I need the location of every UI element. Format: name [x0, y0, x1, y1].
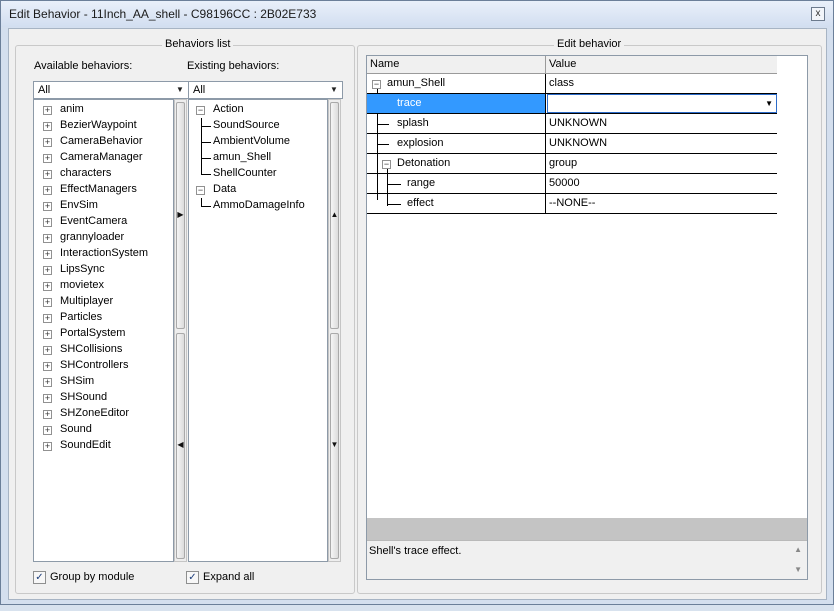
property-grid[interactable]: Name Value − amun_Shell class trace ▼ sp…: [366, 55, 808, 580]
expand-all-label: Expand all: [203, 571, 255, 583]
expand-icon[interactable]: +: [43, 234, 52, 243]
tree-connector: [201, 126, 211, 127]
expand-icon[interactable]: +: [43, 298, 52, 307]
expand-icon[interactable]: +: [43, 282, 52, 291]
chevron-down-icon[interactable]: ▼: [765, 99, 773, 108]
scroll-up-arrow-icon[interactable]: ▲: [794, 545, 802, 554]
expand-icon[interactable]: +: [43, 378, 52, 387]
expand-icon[interactable]: +: [43, 442, 52, 451]
name-column-header[interactable]: Name: [367, 56, 546, 73]
expand-icon[interactable]: +: [43, 410, 52, 419]
group-by-module-checkbox[interactable]: ✓: [33, 571, 46, 584]
taskbar-strip: [0, 605, 834, 611]
expand-icon[interactable]: +: [43, 266, 52, 275]
expand-icon[interactable]: +: [43, 170, 52, 179]
transfer-scrollbar[interactable]: ▶ ◀: [174, 99, 187, 562]
collapse-icon[interactable]: −: [196, 106, 205, 115]
property-grid-header: Name Value: [367, 56, 777, 74]
available-behaviors-label: Available behaviors:: [34, 60, 133, 72]
property-row[interactable]: explosion UNKNOWN: [367, 134, 777, 154]
available-behaviors-list[interactable]: + anim + BezierWaypoint + CameraBehavior + C…: [33, 99, 174, 562]
tree-connector: [201, 142, 211, 143]
edit-behavior-title: Edit behavior: [554, 38, 625, 50]
move-right-arrow-icon[interactable]: ▶: [175, 210, 186, 219]
collapse-icon[interactable]: −: [372, 80, 381, 89]
property-row[interactable]: effect --NONE--: [367, 194, 777, 214]
scroll-down-arrow-icon[interactable]: ▼: [329, 440, 340, 449]
expand-icon[interactable]: +: [43, 362, 52, 371]
expand-icon[interactable]: +: [43, 154, 52, 163]
available-filter-select[interactable]: All ▼: [33, 81, 189, 99]
existing-scrollbar[interactable]: ▲ ▼: [328, 99, 341, 562]
existing-filter-value: All: [193, 84, 206, 96]
expand-icon[interactable]: +: [43, 394, 52, 403]
expand-icon[interactable]: +: [43, 186, 52, 195]
property-row-selected[interactable]: trace ▼: [367, 94, 777, 114]
expand-icon[interactable]: +: [43, 426, 52, 435]
tree-connector: [201, 198, 202, 206]
description-panel: Shell's trace effect. ▲ ▼: [367, 540, 807, 579]
collapse-icon[interactable]: −: [196, 186, 205, 195]
property-row[interactable]: − Detonation group: [367, 154, 777, 174]
property-row[interactable]: range 50000: [367, 174, 777, 194]
property-row[interactable]: − amun_Shell class: [367, 74, 777, 94]
description-text: Shell's trace effect.: [369, 545, 462, 557]
tree-connector: [201, 174, 211, 175]
scroll-down-arrow-icon[interactable]: ▼: [794, 565, 802, 574]
existing-behaviors-tree[interactable]: − Action SoundSource AmbientVolume amun_…: [188, 99, 328, 562]
expand-icon[interactable]: +: [43, 314, 52, 323]
behaviors-list-title: Behaviors list: [162, 38, 234, 50]
tree-connector: [201, 206, 211, 207]
value-column-header[interactable]: Value: [547, 56, 777, 73]
close-button[interactable]: x: [811, 7, 825, 21]
chevron-down-icon: ▼: [330, 85, 338, 94]
available-filter-value: All: [38, 84, 51, 96]
description-separator[interactable]: [367, 518, 807, 540]
expand-icon[interactable]: +: [43, 218, 52, 227]
existing-behaviors-label: Existing behaviors:: [187, 60, 280, 72]
scroll-up-arrow-icon[interactable]: ▲: [329, 210, 340, 219]
expand-icon[interactable]: +: [43, 250, 52, 259]
expand-icon[interactable]: +: [43, 202, 52, 211]
group-by-module-label: Group by module: [50, 571, 135, 583]
expand-icon[interactable]: +: [43, 346, 52, 355]
chevron-down-icon: ▼: [176, 85, 184, 94]
existing-filter-select[interactable]: All ▼: [188, 81, 343, 99]
tree-connector: [201, 158, 211, 159]
dialog-client: Behaviors list Available behaviors: Exis…: [8, 28, 827, 600]
title-bar[interactable]: Edit Behavior - 11Inch_AA_shell - C98196…: [1, 1, 833, 27]
expand-icon[interactable]: +: [43, 138, 52, 147]
expand-all-checkbox[interactable]: ✓: [186, 571, 199, 584]
window-title: Edit Behavior - 11Inch_AA_shell - C98196…: [9, 7, 317, 21]
collapse-icon[interactable]: −: [382, 160, 391, 169]
move-left-arrow-icon[interactable]: ◀: [175, 440, 186, 449]
expand-icon[interactable]: +: [43, 330, 52, 339]
property-row[interactable]: splash UNKNOWN: [367, 114, 777, 134]
expand-icon[interactable]: +: [43, 122, 52, 131]
expand-icon[interactable]: +: [43, 106, 52, 115]
edit-behavior-window: Edit Behavior - 11Inch_AA_shell - C98196…: [0, 0, 834, 605]
trace-value-dropdown[interactable]: ▼: [547, 94, 777, 113]
